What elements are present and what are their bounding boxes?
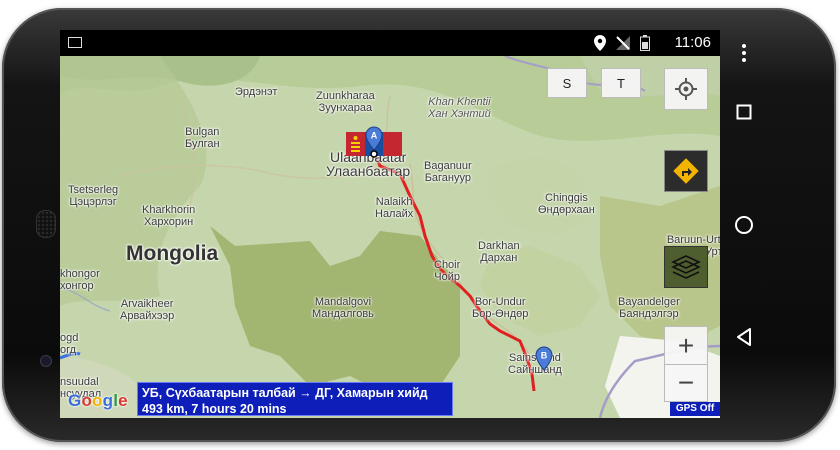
directions-button[interactable]	[664, 150, 708, 192]
route-distance-time: 493 km, 7 hours 20 mins	[142, 402, 287, 416]
map-label-khongor: khongor хонгор	[60, 268, 100, 292]
map-label-ogd: ogd огд	[60, 332, 79, 356]
android-nav-bar	[722, 30, 770, 418]
map-view[interactable]: Эрдэнэт Zuunkharaa Зуунхараа Khan Khentii…	[60, 56, 720, 418]
end-marker-icon[interactable]: B	[535, 346, 553, 372]
location-icon	[594, 35, 606, 51]
directions-icon	[673, 158, 699, 184]
my-location-button[interactable]	[664, 68, 708, 110]
speaker	[36, 210, 56, 238]
s-button[interactable]: S	[547, 68, 587, 98]
back-button-icon[interactable]	[736, 328, 752, 346]
route-info-box: УБ, Сүхбаатарын талбай → ДГ, Хамарын хий…	[137, 382, 453, 416]
map-label-mandalgovi: Mandalgovi Мандалговь	[312, 296, 374, 320]
google-logo: Google	[68, 391, 128, 410]
start-marker-icon[interactable]: A	[365, 126, 383, 158]
map-label-choir: Choir Чойр	[434, 259, 461, 283]
clock: 11:06	[674, 34, 711, 51]
map-label-erdenet: Эрдэнэт	[235, 86, 278, 98]
gallery-icon	[68, 37, 82, 48]
route-name: УБ, Сүхбаатарын талбай → ДГ, Хамарын хий…	[142, 386, 428, 400]
map-label-nalaikh: Nalaikh Налайх	[375, 196, 414, 220]
camera	[40, 355, 52, 367]
map-label-arvaikheer: Arvaikheer Арвайхээр	[120, 298, 175, 322]
t-button[interactable]: T	[601, 68, 641, 98]
map-label-darkhan: Darkhan Дархан	[478, 240, 520, 264]
battery-icon	[640, 35, 650, 51]
zoom-in-button[interactable]: +	[664, 326, 708, 364]
svg-text:B: B	[541, 351, 548, 361]
home-button-icon[interactable]	[734, 215, 754, 235]
map-label-bulgan: Bulgan Булган	[185, 126, 220, 150]
status-bar: 11:06	[60, 30, 720, 56]
recents-button-icon[interactable]	[736, 104, 752, 120]
layers-button[interactable]	[664, 246, 708, 288]
svg-text:A: A	[371, 131, 378, 141]
no-signal-icon	[616, 36, 630, 50]
zoom-out-button[interactable]: −	[664, 364, 708, 402]
map-label-baganuur: Baganuur Багануур	[424, 160, 472, 184]
map-label-bayandelger: Bayandelger Баяндэлгэр	[618, 296, 680, 320]
map-label-tsetserleg: Tsetserleg Цэцэрлэг	[68, 184, 119, 208]
map-label-chinggis: Chinggis Өндөрхаан	[538, 192, 595, 216]
crosshair-icon	[675, 78, 697, 100]
screen: 11:06 Эрдэнэт Zuunkharaa Зуунхараа Khan …	[60, 30, 720, 418]
country-label: Mongolia	[126, 242, 219, 265]
map-label-kharkhorin: Kharkhorin Хархорин	[142, 204, 196, 228]
overflow-menu-icon[interactable]	[742, 44, 746, 65]
map-label-zuunkharaa: Zuunkharaa Зуунхараа	[316, 90, 375, 114]
gps-status-badge[interactable]: GPS Off	[670, 402, 720, 416]
map-label-bor-undur: Bor-Undur Бор-Өндөр	[472, 296, 529, 320]
layers-icon	[671, 255, 701, 279]
map-label-khan-khentii: Khan Khentii Хан Хэнтий	[428, 96, 491, 120]
